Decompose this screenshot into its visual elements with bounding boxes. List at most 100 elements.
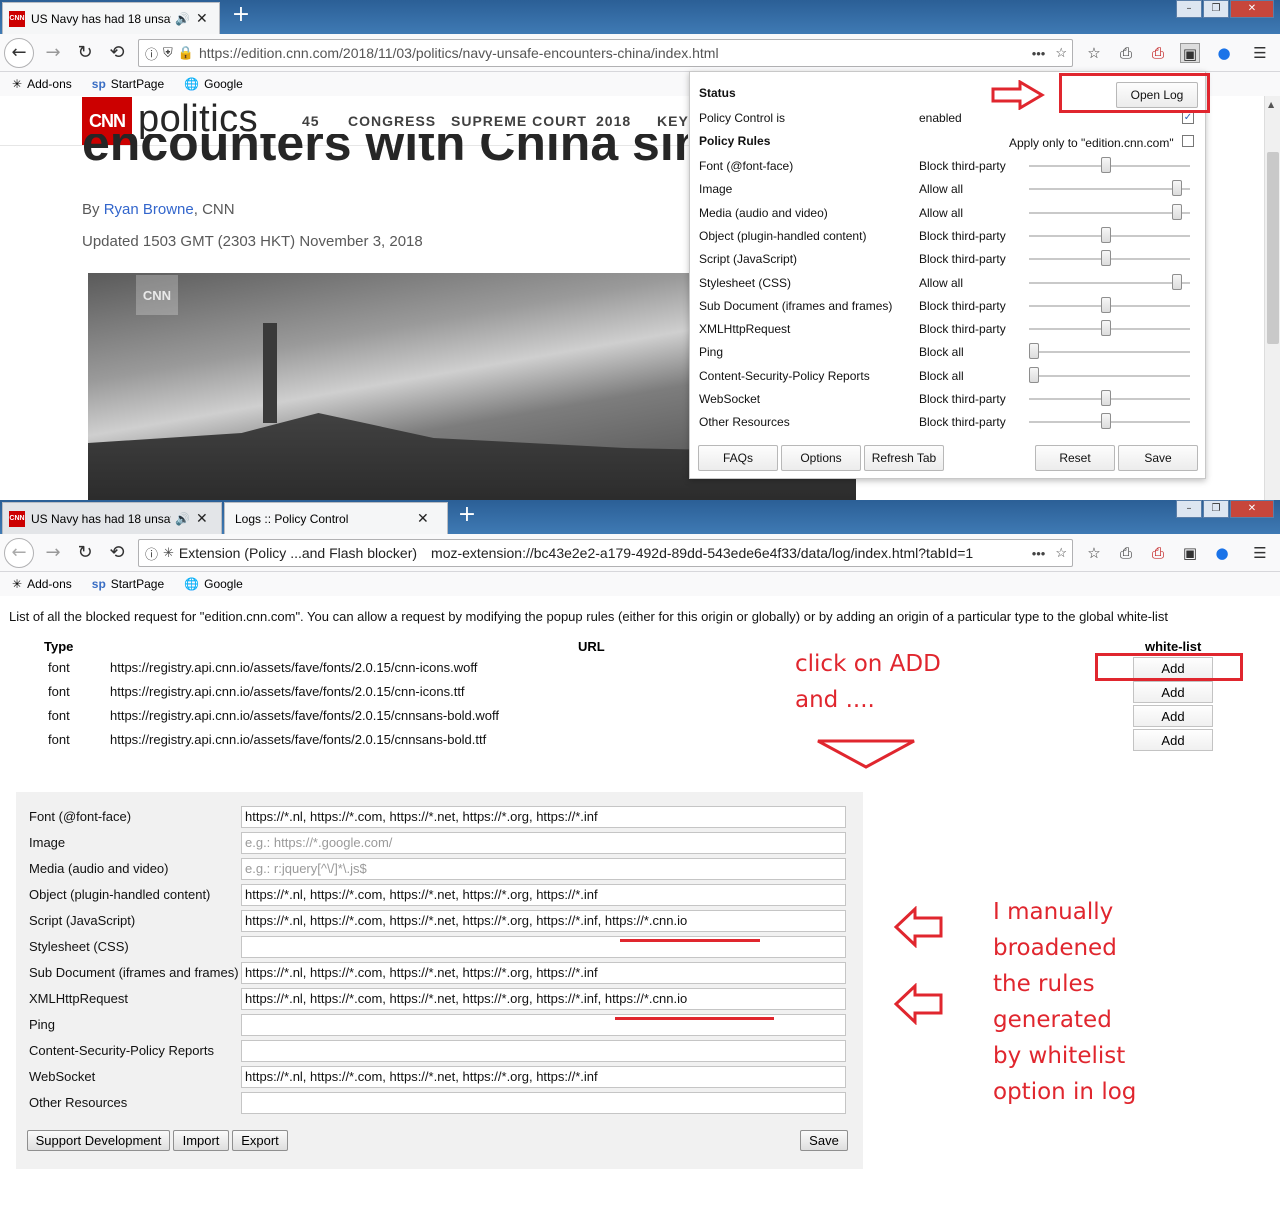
rule-slider[interactable] bbox=[1029, 367, 1190, 383]
extension-icon-2[interactable]: ● bbox=[1212, 543, 1232, 563]
whitelist-input[interactable]: https://*.nl, https://*.com, https://*.n… bbox=[241, 884, 846, 906]
nav-45[interactable]: 45 bbox=[302, 113, 320, 129]
whitelist-input[interactable]: https://*.nl, https://*.com, https://*.n… bbox=[241, 962, 846, 984]
add-whitelist-button[interactable]: Add bbox=[1133, 729, 1213, 751]
rule-slider[interactable] bbox=[1029, 204, 1190, 220]
speaker-icon[interactable]: 🔊 bbox=[175, 12, 190, 26]
history-button-2[interactable]: ⟲ bbox=[104, 540, 130, 566]
author-link[interactable]: Ryan Browne bbox=[104, 201, 194, 218]
apply-only-checkbox[interactable] bbox=[1182, 135, 1194, 147]
rule-slider-knob[interactable] bbox=[1172, 180, 1182, 196]
tab-cnn-article[interactable]: CNN US Navy has had 18 unsafe 🔊 ✕ bbox=[2, 2, 220, 34]
tab-cnn-article-2[interactable]: CNN US Navy has had 18 unsafe 🔊 ✕ bbox=[2, 502, 222, 534]
close-window-button-2[interactable]: ✕ bbox=[1230, 500, 1274, 518]
nav-supreme-court[interactable]: SUPREME COURT bbox=[451, 113, 587, 129]
import-button[interactable]: Import bbox=[173, 1130, 229, 1151]
bookmark-star-icon[interactable]: ☆ bbox=[1055, 45, 1067, 61]
history-button[interactable]: ⟲ bbox=[104, 40, 130, 66]
rule-slider-knob[interactable] bbox=[1029, 367, 1039, 383]
support-development-button[interactable]: Support Development bbox=[27, 1130, 170, 1151]
speaker-icon-2[interactable]: 🔊 bbox=[175, 512, 190, 526]
save-popup-button[interactable]: Save bbox=[1118, 445, 1198, 471]
nav-congress[interactable]: CONGRESS bbox=[348, 113, 436, 129]
whitelist-input[interactable]: e.g.: https://*.google.com/ bbox=[241, 832, 846, 854]
whitelist-input[interactable]: https://*.nl, https://*.com, https://*.n… bbox=[241, 1066, 846, 1088]
info-icon-2[interactable]: ⓘ bbox=[145, 544, 158, 563]
refresh-tab-button[interactable]: Refresh Tab bbox=[864, 445, 944, 471]
whitelist-input[interactable]: https://*.nl, https://*.com, https://*.n… bbox=[241, 806, 846, 828]
url-bar[interactable]: ⓘ ⛨ 🔒 https://edition.cnn.com/2018/11/03… bbox=[138, 39, 1073, 67]
close-tab-icon[interactable]: ✕ bbox=[196, 11, 208, 27]
whitelist-input[interactable] bbox=[241, 1092, 846, 1114]
rule-slider[interactable] bbox=[1029, 343, 1190, 359]
save-options-button[interactable]: Save bbox=[800, 1130, 848, 1151]
policy-enabled-checkbox[interactable]: ✓ bbox=[1182, 112, 1194, 124]
print-icon-2[interactable]: ⎙ bbox=[1116, 543, 1136, 563]
rule-slider-knob[interactable] bbox=[1101, 250, 1111, 266]
restore-button-2[interactable]: ❐ bbox=[1203, 500, 1229, 518]
add-whitelist-button[interactable]: Add bbox=[1133, 681, 1213, 703]
extension-icon[interactable]: ● bbox=[1214, 43, 1234, 63]
bookmark-google-2[interactable]: 🌐 Google bbox=[184, 577, 243, 591]
whitelist-input[interactable]: https://*.nl, https://*.com, https://*.n… bbox=[241, 910, 846, 932]
restore-button[interactable]: ❐ bbox=[1203, 0, 1229, 18]
menu-icon[interactable]: ☰ bbox=[1250, 43, 1270, 63]
rule-slider[interactable] bbox=[1029, 274, 1190, 290]
rule-slider[interactable] bbox=[1029, 157, 1190, 173]
new-tab-button-2[interactable]: + bbox=[455, 504, 479, 528]
rule-slider-knob[interactable] bbox=[1101, 157, 1111, 173]
back-button-2[interactable]: ← bbox=[4, 538, 34, 568]
new-tab-button[interactable]: + bbox=[229, 4, 253, 28]
rule-slider-knob[interactable] bbox=[1101, 390, 1111, 406]
minimize-button-2[interactable]: – bbox=[1176, 500, 1202, 518]
back-button[interactable]: ← bbox=[4, 38, 34, 68]
forward-button-2[interactable]: → bbox=[40, 540, 66, 566]
bookmark-startpage-2[interactable]: sp StartPage bbox=[92, 577, 164, 591]
rule-slider-knob[interactable] bbox=[1101, 413, 1111, 429]
whitelist-input[interactable]: https://*.nl, https://*.com, https://*.n… bbox=[241, 988, 846, 1010]
close-tab-icon-2[interactable]: ✕ bbox=[196, 511, 208, 527]
policy-control-icon-2[interactable]: ▣ bbox=[1180, 543, 1200, 563]
library-icon-2[interactable]: ☆ bbox=[1084, 543, 1104, 563]
scroll-up-icon[interactable]: ▲ bbox=[1268, 100, 1274, 109]
info-icon[interactable]: ⓘ bbox=[145, 44, 158, 63]
url-bar-2[interactable]: ⓘ ✳ Extension (Policy ...and Flash block… bbox=[138, 539, 1073, 567]
scrollbar-thumb[interactable] bbox=[1267, 152, 1279, 344]
pdf-icon[interactable]: ⎙ bbox=[1148, 43, 1168, 63]
bookmark-addons-2[interactable]: ✳ Add-ons bbox=[12, 577, 72, 591]
reload-button-2[interactable]: ↻ bbox=[72, 540, 98, 566]
bookmark-star-icon-2[interactable]: ☆ bbox=[1055, 545, 1067, 561]
rule-slider-knob[interactable] bbox=[1101, 320, 1111, 336]
rule-slider[interactable] bbox=[1029, 390, 1190, 406]
whitelist-input[interactable]: e.g.: r:jquery[^\/]*\.js$ bbox=[241, 858, 846, 880]
options-button[interactable]: Options bbox=[781, 445, 861, 471]
export-button[interactable]: Export bbox=[232, 1130, 288, 1151]
reload-button[interactable]: ↻ bbox=[72, 40, 98, 66]
rule-slider[interactable] bbox=[1029, 297, 1190, 313]
add-whitelist-button[interactable]: Add bbox=[1133, 705, 1213, 727]
rule-slider[interactable] bbox=[1029, 180, 1190, 196]
rule-slider-knob[interactable] bbox=[1029, 343, 1039, 359]
forward-button[interactable]: → bbox=[40, 40, 66, 66]
nav-key[interactable]: KEY bbox=[657, 113, 689, 129]
rule-slider[interactable] bbox=[1029, 320, 1190, 336]
page-scrollbar[interactable]: ▲ bbox=[1264, 96, 1280, 500]
nav-2018[interactable]: 2018 bbox=[596, 113, 631, 129]
tab-logs[interactable]: Logs :: Policy Control ✕ bbox=[224, 502, 448, 534]
page-actions-icon[interactable]: ••• bbox=[1032, 46, 1046, 61]
rule-slider[interactable] bbox=[1029, 413, 1190, 429]
reset-button[interactable]: Reset bbox=[1035, 445, 1115, 471]
pdf-icon-2[interactable]: ⎙ bbox=[1148, 543, 1168, 563]
print-icon[interactable]: ⎙ bbox=[1116, 43, 1136, 63]
page-actions-icon-2[interactable]: ••• bbox=[1032, 546, 1046, 561]
rule-slider-knob[interactable] bbox=[1101, 227, 1111, 243]
close-window-button[interactable]: ✕ bbox=[1230, 0, 1274, 18]
bookmark-addons[interactable]: ✳ Add-ons bbox=[12, 77, 72, 91]
policy-control-icon[interactable]: ▣ bbox=[1180, 43, 1200, 63]
whitelist-input[interactable] bbox=[241, 1040, 846, 1062]
rule-slider-knob[interactable] bbox=[1172, 274, 1182, 290]
faqs-button[interactable]: FAQs bbox=[698, 445, 778, 471]
minimize-button[interactable]: – bbox=[1176, 0, 1202, 18]
bookmark-google[interactable]: 🌐 Google bbox=[184, 77, 243, 91]
rule-slider-knob[interactable] bbox=[1101, 297, 1111, 313]
